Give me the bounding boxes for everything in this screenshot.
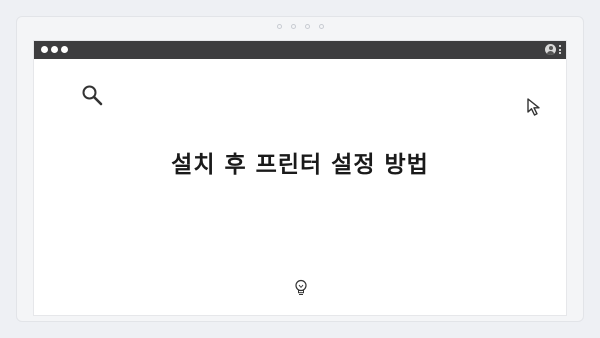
page-title: 설치 후 프린터 설정 방법: [171, 152, 429, 178]
search-icon: [82, 85, 103, 106]
titlebar-actions: [545, 44, 561, 55]
pagination-dot: [304, 24, 310, 29]
close-dot[interactable]: [41, 46, 48, 53]
pagination-dot: [290, 24, 296, 29]
kebab-menu-icon[interactable]: [559, 45, 561, 54]
user-icon[interactable]: [545, 44, 556, 55]
pagination-dots: [17, 24, 583, 32]
cursor-icon: [527, 98, 540, 116]
window-titlebar: [34, 41, 566, 59]
browser-window: 설치 후 프린터 설정 방법: [33, 40, 567, 316]
lightbulb-icon: [295, 279, 307, 295]
pagination-dot: [276, 24, 282, 29]
pagination-dot: [318, 24, 324, 29]
maximize-dot[interactable]: [61, 46, 68, 53]
window-controls: [41, 46, 68, 53]
minimize-dot[interactable]: [51, 46, 58, 53]
